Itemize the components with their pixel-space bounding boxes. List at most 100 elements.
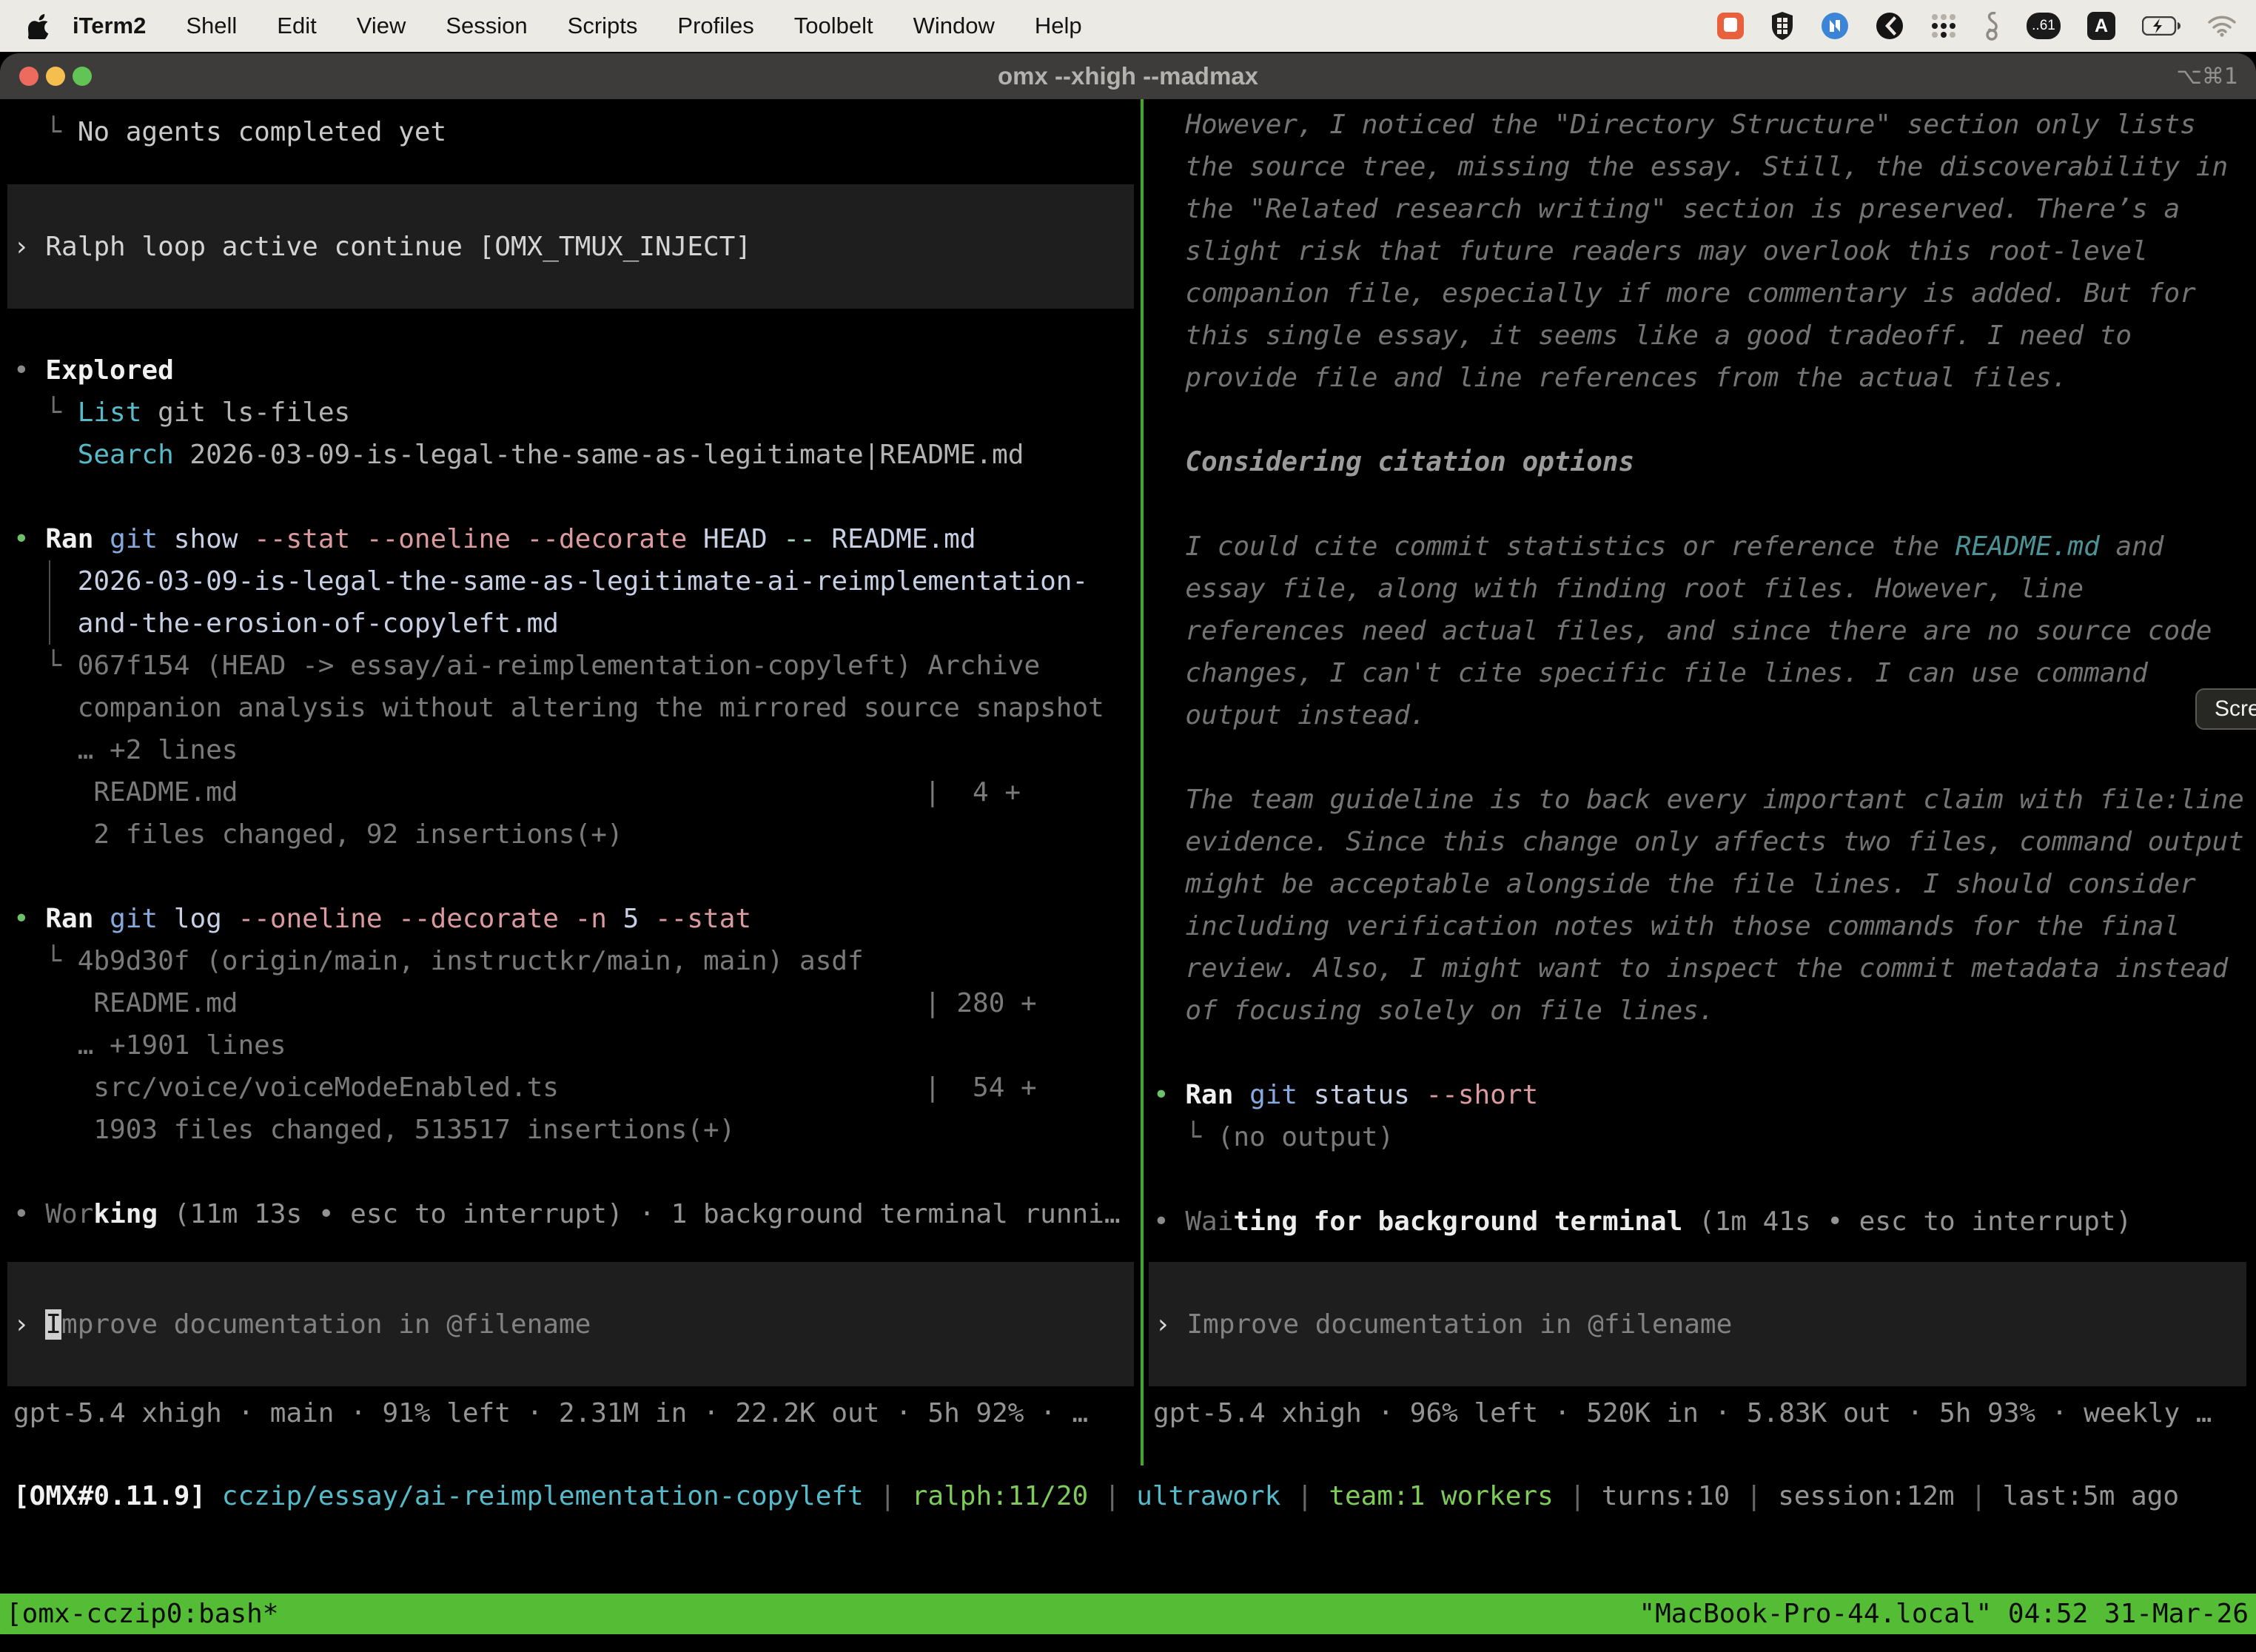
menu-item-profiles[interactable]: Profiles (657, 13, 773, 39)
text-segment: Improve documentation in @filename (1186, 1309, 1732, 1340)
tmux-session-label: [omx-cczip0:bash* (6, 1599, 278, 1629)
menu-status-icons: ..61 A (1717, 0, 2237, 52)
text-segment (13, 440, 78, 470)
screen-tooltip: Scre (2195, 688, 2256, 730)
terminal-line: └ (no output) (1144, 1116, 2256, 1158)
text-segment: HEAD (687, 524, 767, 554)
terminal-line: references need actual files, and since … (1144, 610, 2256, 652)
terminal-line: the "Related research writing" section i… (1144, 188, 2256, 230)
text-segment: (1m 41s • esc to interrupt) (1682, 1206, 2132, 1237)
menu-item-edit[interactable]: Edit (257, 13, 336, 39)
menu-item-window[interactable]: Window (893, 13, 1015, 39)
text-segment: turns:10 (1602, 1481, 1730, 1511)
terminal-line: └ 4b9d30f (origin/main, instructkr/main,… (0, 940, 1141, 982)
window-title: omx --xhigh --madmax (0, 53, 2256, 99)
prompt-input-box[interactable]: › Improve documentation in @filename (7, 1262, 1134, 1386)
text-segment: (no output) (1218, 1122, 1394, 1152)
text-segment: last:5m ago (2003, 1481, 2179, 1511)
terminal-line: • Explored (0, 349, 1141, 392)
text-segment: | (1955, 1481, 2003, 1511)
text-segment: └ (13, 946, 78, 976)
menu-item-shell[interactable]: Shell (166, 13, 257, 39)
terminal-line: • Waiting for background terminal (1m 41… (1144, 1201, 2256, 1243)
terminal-line: └ No agents completed yet (0, 111, 1141, 153)
menu-item-toolbelt[interactable]: Toolbelt (774, 13, 893, 39)
text-segment: references need actual files, and since … (1153, 616, 2212, 646)
prompt-chevron: › (13, 1309, 45, 1340)
text-cursor: I (45, 1309, 61, 1340)
terminal-line: However, I noticed the "Directory Struct… (1144, 104, 2256, 146)
terminal-line: slight risk that future readers may over… (1144, 230, 2256, 272)
left-agent-pane[interactable]: └ No agents completed yet › Ralph loop ac… (0, 99, 1141, 1465)
text-segment: evidence. Since this change only affects… (1153, 827, 2244, 857)
dots-grid-icon[interactable] (1930, 13, 1957, 39)
text-segment: README.md (816, 524, 976, 554)
diffstat-count: | 280 + (924, 982, 1037, 1024)
battery-percent-app-icon[interactable]: ..61 (2027, 13, 2061, 39)
prompt-input-box[interactable]: › Improve documentation in @filename (1149, 1262, 2246, 1386)
menu-item-help[interactable]: Help (1015, 13, 1102, 39)
text-segment: and-the-erosion-of-copyleft.md (78, 608, 559, 639)
text-segment: • (13, 1199, 45, 1229)
terminal-line: of focusing solely on file lines. (1144, 990, 2256, 1032)
text-segment: • (13, 524, 45, 554)
terminal-line: gpt-5.4 xhigh · main · 91% left · 2.31M … (0, 1392, 1141, 1434)
apple-menu-icon[interactable] (28, 13, 50, 39)
text-segment: status (1297, 1080, 1410, 1110)
screen-mirroring-icon[interactable] (1876, 12, 1904, 40)
terminal-line: the source tree, missing the essay. Stil… (1144, 146, 2256, 188)
text-segment: Ran (1185, 1080, 1233, 1110)
text-segment: companion file, especially if more comme… (1153, 278, 2196, 309)
text-segment (13, 566, 78, 597)
menu-item-app[interactable]: iTerm2 (50, 13, 166, 39)
text-segment (13, 735, 78, 765)
text-segment: cczip/essay/ai-reimplementation-copyleft (222, 1481, 864, 1511)
wifi-icon[interactable] (2207, 15, 2237, 37)
text-segment: session:12m (1778, 1481, 1954, 1511)
input-source-icon[interactable]: A (2087, 12, 2115, 40)
text-segment (13, 1030, 78, 1061)
menu-item-view[interactable]: View (337, 13, 426, 39)
text-segment: └ (13, 651, 78, 681)
terminal-line: companion analysis without altering the … (0, 687, 1141, 729)
text-segment: src/voice/voiceModeEnabled.ts (93, 1072, 559, 1103)
text-segment: └ (13, 117, 78, 147)
text-segment: review. Also, I might want to inspect th… (1153, 953, 2228, 984)
terminal-line: changes, I can't cite specific file line… (1144, 652, 2256, 694)
menu-items: ShellEditViewSessionScriptsProfilesToolb… (166, 13, 1101, 39)
text-segment: | (864, 1481, 912, 1511)
terminal-line: evidence. Since this change only affects… (1144, 821, 2256, 863)
text-segment: … +1901 lines (78, 1030, 286, 1061)
text-segment: -- (768, 524, 816, 554)
prompt-input-box[interactable]: › Ralph loop active continue [OMX_TMUX_I… (7, 184, 1134, 309)
security-shield-icon[interactable] (1770, 12, 1794, 40)
text-segment: --stat (639, 904, 751, 934)
terminal-line: 1903 files changed, 513517 insertions(+) (0, 1109, 1141, 1151)
menu-item-session[interactable]: Session (426, 13, 547, 39)
text-segment: Considering citation options (1153, 447, 1634, 477)
menu-item-scripts[interactable]: Scripts (548, 13, 658, 39)
terminal-line: this single essay, it seems like a good … (1144, 315, 2256, 357)
battery-icon[interactable] (2142, 16, 2181, 36)
text-segment: | (1280, 1481, 1329, 1511)
text-segment (13, 1115, 93, 1145)
terminal-line: review. Also, I might want to inspect th… (1144, 947, 2256, 990)
text-segment: git (1233, 1080, 1297, 1110)
right-agent-pane[interactable]: However, I noticed the "Directory Struct… (1144, 99, 2256, 1465)
squiggle-icon[interactable] (1984, 11, 2000, 41)
text-segment: git (93, 904, 158, 934)
terminal-line: The team guideline is to back every impo… (1144, 779, 2256, 821)
chat-app-icon[interactable] (1717, 13, 1744, 39)
text-segment: the "Related research writing" section i… (1153, 194, 2180, 224)
text-segment: essay file, along with finding root file… (1153, 574, 2084, 604)
text-segment: ting for background terminal (1233, 1206, 1682, 1237)
text-segment: • (1153, 1080, 1185, 1110)
prompt-chevron: › (13, 232, 45, 262)
text-segment: might be acceptable alongside the file l… (1153, 869, 2196, 899)
text-segment: However, I noticed the "Directory Struct… (1153, 110, 2196, 140)
text-segment: ralph:11/20 (912, 1481, 1088, 1511)
text-segment: README.md (93, 777, 238, 807)
sync-badge-icon[interactable] (1821, 12, 1849, 40)
diffstat-count: | 4 + (924, 771, 1021, 813)
terminal-line: gpt-5.4 xhigh · 96% left · 520K in · 5.8… (1144, 1392, 2256, 1434)
